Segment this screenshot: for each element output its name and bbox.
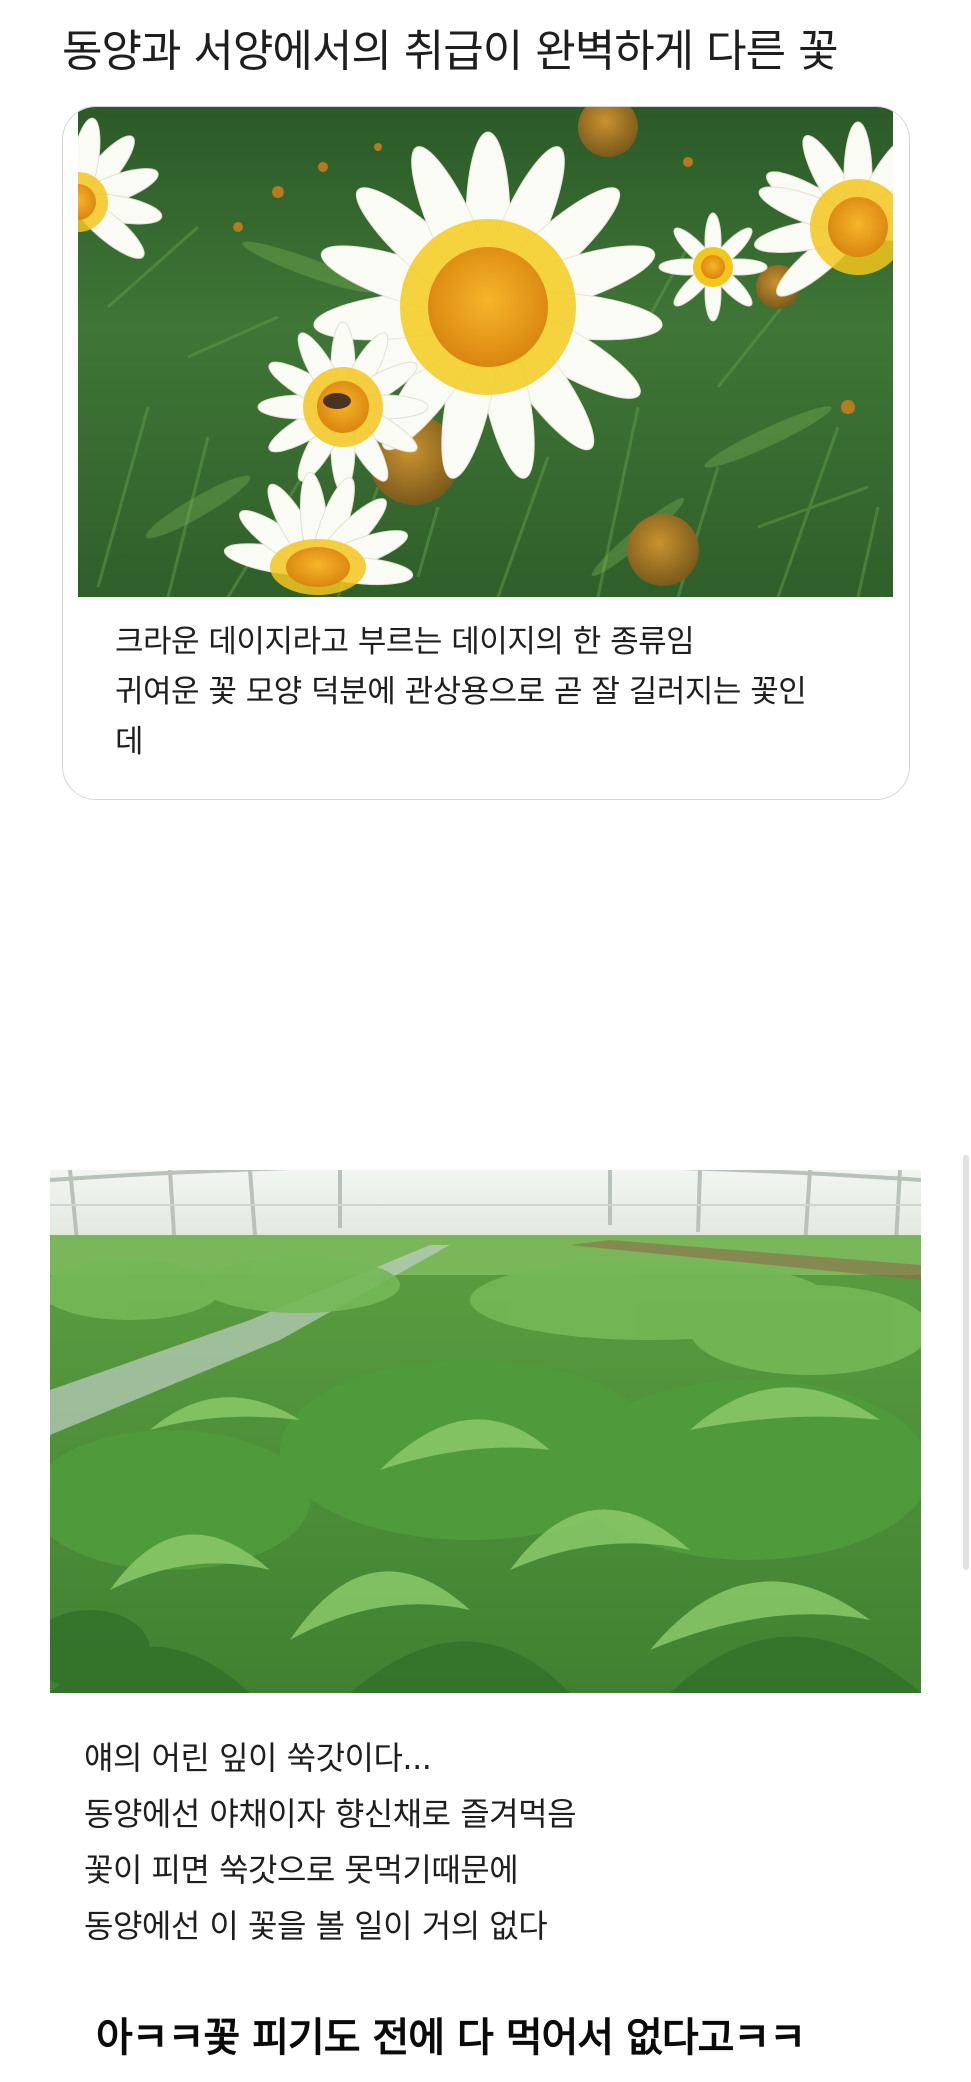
body-line: 동양에선 이 꽃을 볼 일이 거의 없다 xyxy=(84,1907,548,1945)
card-caption: 크라운 데이지라고 부르는 데이지의 한 종류임 귀여운 꽃 모양 덕분에 관상… xyxy=(115,617,885,767)
body-text: 얘의 어린 잎이 쑥갓이다... 동양에선 야채이자 향신채로 즐겨먹음 꽃이 … xyxy=(84,1730,577,1954)
greenhouse-photo xyxy=(50,1170,921,1693)
scrollbar[interactable] xyxy=(963,1155,969,1570)
caption-line: 데 xyxy=(115,724,144,760)
body-line: 동양에선 야채이자 향신채로 즐겨먹음 xyxy=(84,1795,577,1833)
body-line: 얘의 어린 잎이 쑥갓이다... xyxy=(84,1739,432,1777)
body-line: 꽃이 피면 쑥갓으로 못먹기때문에 xyxy=(84,1851,519,1889)
caption-line: 크라운 데이지라고 부르는 데이지의 한 종류임 xyxy=(115,624,695,660)
post-title: 동양과 서양에서의 취급이 완벽하게 다른 꽃 xyxy=(62,26,839,77)
crown-daisy-photo xyxy=(78,107,893,597)
punchline-text: 아ㅋㅋ꽃 피기도 전에 다 먹어서 없다고ㅋㅋ xyxy=(96,2015,806,2061)
caption-line: 귀여운 꽃 모양 덕분에 관상용으로 곧 잘 길러지는 꽃인 xyxy=(115,674,807,710)
image-caption-card: 크라운 데이지라고 부르는 데이지의 한 종류임 귀여운 꽃 모양 덕분에 관상… xyxy=(62,106,910,800)
